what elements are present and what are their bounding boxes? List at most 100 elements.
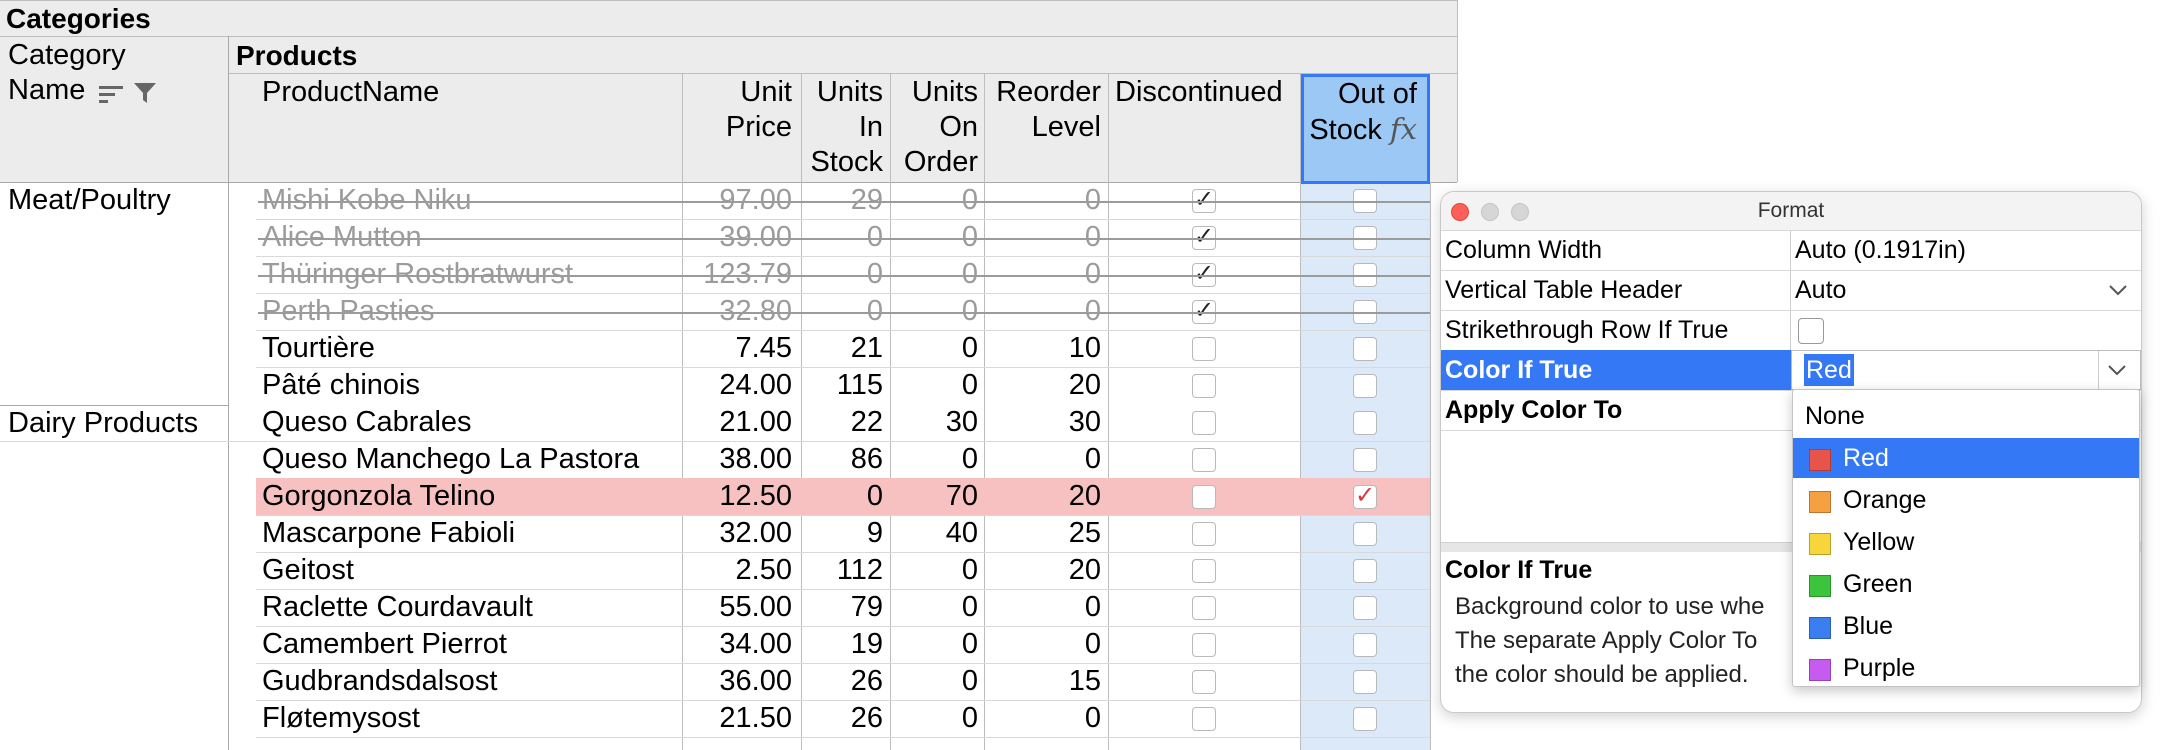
color-select-field[interactable]: Red <box>1791 350 2141 390</box>
cell-name[interactable]: Geitost <box>262 552 672 589</box>
prop-color-if-true[interactable]: Color If True Red <box>1441 350 2141 391</box>
cell-order[interactable]: 0 <box>892 663 978 700</box>
cell-order[interactable]: 40 <box>892 515 978 552</box>
discontinued-checkbox[interactable] <box>1192 485 1216 509</box>
discontinued-checkbox[interactable] <box>1192 448 1216 472</box>
cell-reorder[interactable]: 15 <box>986 663 1101 700</box>
cell-stock[interactable]: 9 <box>803 515 883 552</box>
column-width-value[interactable]: Auto (0.1917in) <box>1795 230 1966 270</box>
cell-name[interactable]: Raclette Courdavault <box>262 589 672 626</box>
cell-price[interactable]: 34.00 <box>684 626 792 663</box>
cell-order[interactable]: 0 <box>892 700 978 737</box>
cell-price[interactable]: 7.45 <box>684 330 792 367</box>
cell-stock[interactable]: 112 <box>803 552 883 589</box>
discontinued-checkbox[interactable] <box>1192 411 1216 435</box>
cell-name[interactable]: Queso Cabrales <box>262 404 672 441</box>
cell-stock[interactable]: 26 <box>803 700 883 737</box>
color-option-green[interactable]: Green <box>1793 564 2139 604</box>
discontinued-checkbox[interactable] <box>1192 596 1216 620</box>
out-of-stock-checkbox[interactable] <box>1353 559 1377 583</box>
prop-vertical-table-header[interactable]: Vertical Table Header Auto <box>1441 270 2141 311</box>
cell-order[interactable]: 30 <box>892 404 978 441</box>
discontinued-checkbox[interactable] <box>1192 337 1216 361</box>
cell-price[interactable]: 38.00 <box>684 441 792 478</box>
discontinued-checkbox[interactable] <box>1192 374 1216 398</box>
cell-reorder[interactable]: 0 <box>986 700 1101 737</box>
cell-stock[interactable]: 22 <box>803 404 883 441</box>
cell-stock[interactable]: 86 <box>803 441 883 478</box>
cell-price[interactable]: 21.00 <box>684 404 792 441</box>
color-select-value[interactable]: Red <box>1804 354 1854 386</box>
color-option-orange[interactable]: Orange <box>1793 480 2139 520</box>
cell-reorder[interactable]: 25 <box>986 515 1101 552</box>
out-of-stock-checkbox[interactable] <box>1353 670 1377 694</box>
color-option-yellow[interactable]: Yellow <box>1793 522 2139 562</box>
cell-name[interactable]: Gorgonzola Telino <box>262 478 672 515</box>
cell-order[interactable]: 70 <box>892 478 978 515</box>
cell-name[interactable]: Pâté chinois <box>262 367 672 404</box>
prop-strikethrough-row[interactable]: Strikethrough Row If True <box>1441 310 2141 351</box>
cell-stock[interactable]: 115 <box>803 367 883 404</box>
out-of-stock-checkbox[interactable] <box>1353 596 1377 620</box>
cell-stock[interactable]: 26 <box>803 663 883 700</box>
cell-order[interactable]: 0 <box>892 330 978 367</box>
out-of-stock-checkbox[interactable] <box>1353 374 1377 398</box>
cell-order[interactable]: 0 <box>892 441 978 478</box>
cell-reorder[interactable]: 0 <box>986 441 1101 478</box>
discontinued-checkbox[interactable] <box>1192 559 1216 583</box>
cell-name[interactable]: Queso Manchego La Pastora <box>262 441 672 478</box>
category-name-header[interactable]: Category Name <box>8 38 157 108</box>
cell-order[interactable]: 0 <box>892 367 978 404</box>
sort-icon[interactable] <box>99 80 125 104</box>
column-header-unit-price[interactable]: Unit Price <box>684 75 792 145</box>
filter-icon[interactable] <box>133 79 157 104</box>
prop-column-width[interactable]: Column Width Auto (0.1917in) <box>1441 230 2141 271</box>
cell-reorder[interactable]: 0 <box>986 589 1101 626</box>
cell-stock[interactable]: 21 <box>803 330 883 367</box>
out-of-stock-checkbox[interactable] <box>1353 448 1377 472</box>
cell-price[interactable]: 55.00 <box>684 589 792 626</box>
column-header-units-in-stock[interactable]: Units In Stock <box>803 75 883 180</box>
color-option-blue[interactable]: Blue <box>1793 606 2139 646</box>
vertical-header-select[interactable]: Auto <box>1795 270 1846 310</box>
cell-order[interactable]: 0 <box>892 626 978 663</box>
color-option-none[interactable]: None <box>1793 396 2139 436</box>
out-of-stock-checkbox[interactable] <box>1353 707 1377 731</box>
minimize-window-icon[interactable] <box>1481 203 1499 221</box>
cell-stock[interactable]: 0 <box>803 478 883 515</box>
column-header-units-on-order[interactable]: Units On Order <box>892 75 978 180</box>
discontinued-checkbox[interactable] <box>1192 670 1216 694</box>
cell-order[interactable]: 0 <box>892 552 978 589</box>
cell-price[interactable]: 24.00 <box>684 367 792 404</box>
cell-price[interactable]: 36.00 <box>684 663 792 700</box>
cell-name[interactable]: Fløtemysost <box>262 700 672 737</box>
out-of-stock-checkbox[interactable] <box>1353 633 1377 657</box>
out-of-stock-checkbox[interactable] <box>1353 522 1377 546</box>
column-header-out-of-stock[interactable]: Out of Stock fx <box>1301 74 1430 184</box>
cell-reorder[interactable]: 20 <box>986 478 1101 515</box>
cell-stock[interactable]: 79 <box>803 589 883 626</box>
discontinued-checkbox[interactable] <box>1192 707 1216 731</box>
cell-name[interactable]: Gudbrandsdalsost <box>262 663 672 700</box>
out-of-stock-checkbox[interactable] <box>1353 337 1377 361</box>
column-header-discontinued[interactable]: Discontinued <box>1115 75 1283 110</box>
cell-price[interactable]: 12.50 <box>684 478 792 515</box>
cell-order[interactable]: 0 <box>892 589 978 626</box>
cell-reorder[interactable]: 10 <box>986 330 1101 367</box>
cell-stock[interactable]: 19 <box>803 626 883 663</box>
cell-reorder[interactable]: 20 <box>986 367 1101 404</box>
color-option-purple[interactable]: Purple <box>1793 648 2139 688</box>
zoom-window-icon[interactable] <box>1511 203 1529 221</box>
close-window-icon[interactable] <box>1451 203 1469 221</box>
cell-reorder[interactable]: 0 <box>986 626 1101 663</box>
cell-name[interactable]: Mascarpone Fabioli <box>262 515 672 552</box>
cell-name[interactable]: Camembert Pierrot <box>262 626 672 663</box>
cell-reorder[interactable]: 20 <box>986 552 1101 589</box>
out-of-stock-checkbox[interactable]: ✓ <box>1353 484 1377 509</box>
cell-price[interactable]: 32.00 <box>684 515 792 552</box>
discontinued-checkbox[interactable] <box>1192 522 1216 546</box>
cell-name[interactable]: Tourtière <box>262 330 672 367</box>
out-of-stock-checkbox[interactable] <box>1353 411 1377 435</box>
strikethrough-checkbox[interactable] <box>1798 318 1824 344</box>
discontinued-checkbox[interactable] <box>1192 633 1216 657</box>
